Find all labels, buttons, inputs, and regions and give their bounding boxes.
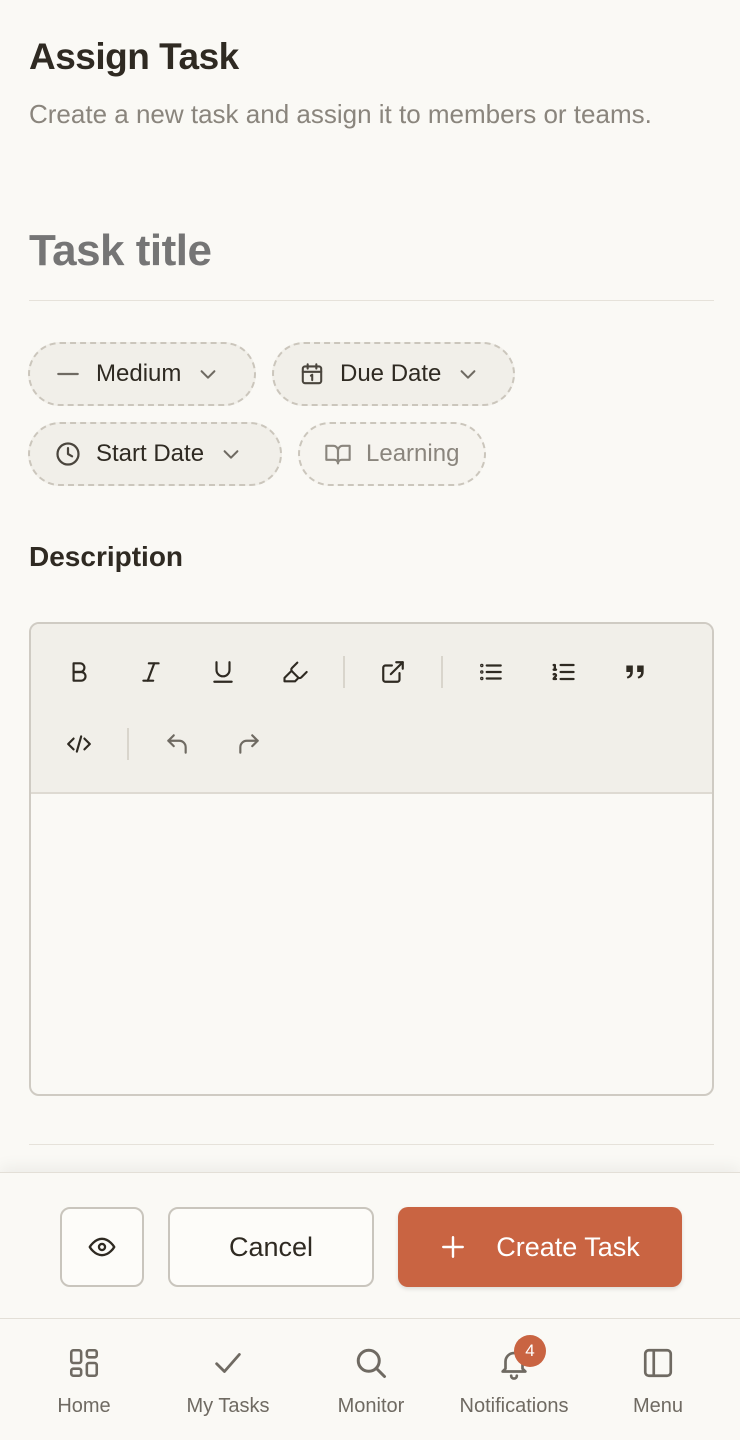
category-label: Learning xyxy=(366,440,460,467)
external-link-icon xyxy=(382,661,404,683)
create-task-label: Create Task xyxy=(496,1231,640,1262)
due-date-label: Due Date xyxy=(340,360,442,387)
tab-home[interactable]: Home xyxy=(10,1319,158,1440)
create-task-button[interactable]: Create Task xyxy=(398,1207,682,1287)
description-label: Description xyxy=(29,541,184,572)
bullet-list-button[interactable] xyxy=(469,650,513,694)
undo-button[interactable] xyxy=(155,722,199,766)
priority-label: Medium xyxy=(96,360,182,387)
ordered-list-icon xyxy=(552,663,575,681)
chevron-down-icon xyxy=(197,362,221,386)
category-select[interactable]: Learning xyxy=(298,422,486,486)
preview-button[interactable] xyxy=(60,1207,144,1287)
chevron-down-icon xyxy=(220,442,244,466)
tab-my-tasks[interactable]: My Tasks xyxy=(154,1319,302,1440)
assign-task-page: Assign Task Create a new task and assign… xyxy=(0,0,740,1172)
tab-notifications[interactable]: 4 Notifications xyxy=(440,1319,588,1440)
title-divider xyxy=(29,300,714,301)
bullet-list-icon xyxy=(480,663,502,681)
form-footer-divider xyxy=(29,1144,714,1145)
description-editor xyxy=(29,622,714,1096)
toolbar-separator xyxy=(343,656,345,688)
underline-button[interactable] xyxy=(201,650,245,694)
bottom-tab-bar: Home My Tasks Monitor 4 Notifications Me… xyxy=(0,1318,740,1440)
clock-icon xyxy=(54,440,82,468)
tab-label: Notifications xyxy=(459,1395,569,1417)
ordered-list-button[interactable] xyxy=(541,650,585,694)
book-open-icon xyxy=(324,440,352,468)
tab-label: My Tasks xyxy=(186,1395,270,1417)
redo-icon xyxy=(239,734,259,754)
highlight-button[interactable] xyxy=(273,650,317,694)
eye-icon xyxy=(88,1237,116,1257)
undo-icon xyxy=(167,734,187,754)
notification-badge: 4 xyxy=(514,1335,546,1367)
check-icon xyxy=(210,1345,246,1381)
action-bar: Cancel Create Task xyxy=(0,1172,740,1318)
calendar-icon xyxy=(298,360,326,388)
minus-icon xyxy=(54,360,82,388)
start-date-select[interactable]: Start Date xyxy=(28,422,282,486)
quote-button[interactable] xyxy=(613,650,657,694)
page-subtitle: Create a new task and assign it to membe… xyxy=(29,99,652,129)
tab-monitor[interactable]: Monitor xyxy=(297,1319,445,1440)
link-button[interactable] xyxy=(371,650,415,694)
plus-icon xyxy=(440,1234,466,1260)
bold-button[interactable] xyxy=(57,650,101,694)
tab-label: Monitor xyxy=(337,1395,405,1417)
tab-label: Home xyxy=(57,1395,111,1417)
toolbar-separator xyxy=(441,656,443,688)
tab-menu[interactable]: Menu xyxy=(584,1319,732,1440)
italic-button[interactable] xyxy=(129,650,173,694)
tab-label: Menu xyxy=(632,1395,684,1417)
sidebar-panel-icon xyxy=(640,1345,676,1381)
bell-icon: 4 xyxy=(496,1335,546,1381)
redo-button[interactable] xyxy=(227,722,271,766)
priority-select[interactable]: Medium xyxy=(28,342,256,406)
due-date-select[interactable]: Due Date xyxy=(272,342,515,406)
underline-icon xyxy=(213,661,233,683)
page-title: Assign Task xyxy=(29,36,239,77)
editor-toolbar xyxy=(31,624,712,794)
code-icon xyxy=(67,735,91,753)
home-grid-icon xyxy=(66,1345,102,1381)
task-title-input[interactable] xyxy=(29,226,714,276)
start-date-label: Start Date xyxy=(96,440,205,467)
chevron-down-icon xyxy=(457,362,481,386)
quote-icon xyxy=(626,665,644,679)
cancel-button[interactable]: Cancel xyxy=(168,1207,374,1287)
description-text-area[interactable] xyxy=(31,794,712,1094)
code-button[interactable] xyxy=(57,722,101,766)
bold-icon xyxy=(72,662,87,682)
search-icon xyxy=(353,1345,389,1381)
highlight-icon xyxy=(283,661,308,683)
italic-icon xyxy=(142,662,160,682)
toolbar-separator xyxy=(127,728,129,760)
